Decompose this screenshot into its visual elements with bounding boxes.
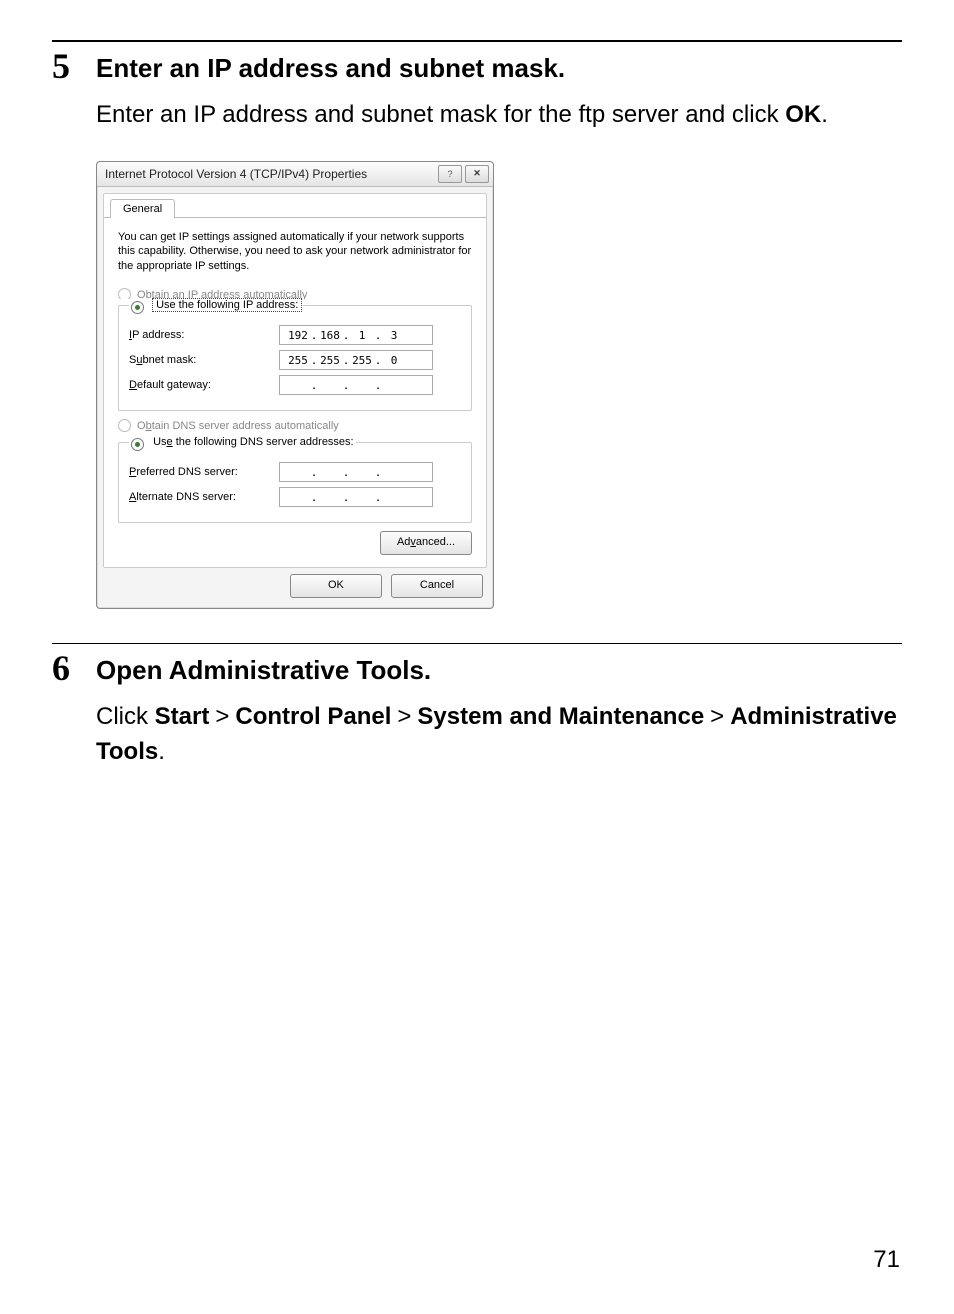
- step-6-pre: Click: [96, 703, 155, 730]
- subnet-input[interactable]: 255.255.255.0: [279, 350, 433, 370]
- tcpip-properties-dialog: Internet Protocol Version 4 (TCP/IPv4) P…: [96, 161, 494, 610]
- top-rule: [52, 40, 902, 42]
- radio-auto-dns-label: Obtain DNS server address automatically: [137, 420, 339, 432]
- step-5-body: Enter an IP address and subnet mask for …: [96, 98, 902, 133]
- step-6-title: Open Administrative Tools.: [96, 650, 431, 688]
- ip-group: Use the following IP address: IP address…: [118, 299, 472, 411]
- pref-dns-row: Preferred DNS server: ...: [129, 462, 461, 482]
- ip-address-row: IP address: 192.168.1.3: [129, 325, 461, 345]
- subnet-label: Subnet mask:: [129, 354, 279, 366]
- step-5-title: Enter an IP address and subnet mask.: [96, 48, 565, 86]
- step-number-5: 5: [52, 48, 96, 84]
- radio-use-dns-label: Use the following DNS server addresses:: [153, 436, 354, 448]
- nav-control-panel: Control Panel: [235, 703, 391, 730]
- radio-use-ip-legend[interactable]: Use the following IP address:: [129, 299, 303, 312]
- advanced-row: Advanced...: [118, 531, 472, 555]
- dialog-titlebar: Internet Protocol Version 4 (TCP/IPv4) P…: [97, 162, 493, 187]
- radio-icon: [131, 301, 144, 314]
- page-number: 71: [873, 1246, 900, 1274]
- nav-start: Start: [155, 703, 210, 730]
- mid-rule: [52, 643, 902, 644]
- step-5-body-post: .: [821, 101, 828, 128]
- close-icon: ✕: [473, 168, 481, 179]
- radio-obtain-dns-auto[interactable]: Obtain DNS server address automatically: [118, 419, 472, 432]
- step-5-body-text: Enter an IP address and subnet mask for …: [96, 101, 785, 128]
- gateway-input[interactable]: ...: [279, 375, 433, 395]
- step-6-body: Click Start>Control Panel>System and Mai…: [96, 700, 902, 770]
- ok-button[interactable]: OK: [290, 574, 382, 598]
- radio-obtain-ip-auto[interactable]: Obtain an IP address automatically: [118, 288, 472, 299]
- radio-icon: [118, 288, 131, 299]
- gt-sep: >: [710, 703, 724, 730]
- radio-use-dns-legend[interactable]: Use the following DNS server addresses:: [129, 436, 356, 449]
- tab-content: You can get IP settings assigned automat…: [104, 218, 486, 568]
- dialog-footer: OK Cancel: [97, 574, 493, 608]
- subnet-row: Subnet mask: 255.255.255.0: [129, 350, 461, 370]
- explain-text: You can get IP settings assigned automat…: [118, 230, 472, 275]
- tab-strip: General: [104, 194, 486, 218]
- nav-system-maintenance: System and Maintenance: [417, 703, 704, 730]
- help-icon: ?: [447, 169, 452, 179]
- alt-dns-input[interactable]: ...: [279, 487, 433, 507]
- pref-dns-input[interactable]: ...: [279, 462, 433, 482]
- ip-address-input[interactable]: 192.168.1.3: [279, 325, 433, 345]
- gt-sep: >: [397, 703, 411, 730]
- gt-sep: >: [215, 703, 229, 730]
- help-button[interactable]: ?: [438, 165, 462, 183]
- dns-group: Use the following DNS server addresses: …: [118, 436, 472, 523]
- dialog-title-text: Internet Protocol Version 4 (TCP/IPv4) P…: [105, 167, 435, 181]
- cancel-button[interactable]: Cancel: [391, 574, 483, 598]
- alt-dns-label: Alternate DNS server:: [129, 491, 279, 503]
- radio-dot-icon: [135, 442, 140, 447]
- close-button[interactable]: ✕: [465, 165, 489, 183]
- advanced-button[interactable]: Advanced...: [380, 531, 472, 555]
- radio-dot-icon: [135, 305, 140, 310]
- step-6-post: .: [158, 738, 165, 765]
- pref-dns-label: Preferred DNS server:: [129, 466, 279, 478]
- gateway-label: Default gateway:: [129, 379, 279, 391]
- radio-use-ip-label: Use the following IP address:: [153, 299, 301, 311]
- step-6-header: 6 Open Administrative Tools.: [52, 650, 902, 688]
- radio-auto-ip-label: Obtain an IP address automatically: [137, 289, 307, 300]
- radio-icon: [131, 438, 144, 451]
- step-number-6: 6: [52, 650, 96, 686]
- radio-icon: [118, 419, 131, 432]
- dialog-body: General You can get IP settings assigned…: [103, 193, 487, 569]
- radio-auto-ip-row: Obtain an IP address automatically: [118, 284, 472, 299]
- gateway-row: Default gateway: ...: [129, 375, 461, 395]
- ip-address-label: IP address:: [129, 329, 279, 341]
- step-5-header: 5 Enter an IP address and subnet mask.: [52, 48, 902, 86]
- alt-dns-row: Alternate DNS server: ...: [129, 487, 461, 507]
- tab-general[interactable]: General: [110, 199, 175, 218]
- step-5-body-bold: OK: [785, 101, 821, 128]
